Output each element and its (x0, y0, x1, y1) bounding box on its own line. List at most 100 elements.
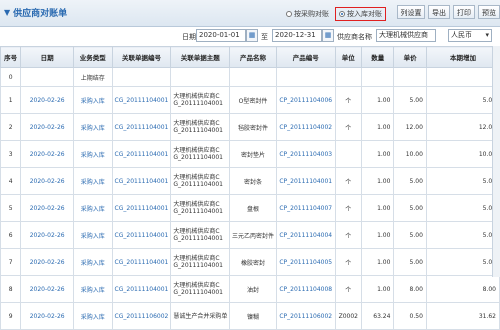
cell-price: 5.00 (393, 167, 427, 195)
cell-type[interactable]: 采购入库 (73, 113, 113, 141)
cell-price: 5.00 (393, 221, 427, 249)
cell-index: 8 (0, 275, 22, 303)
cell-qty (360, 67, 395, 87)
column-header[interactable]: 单价 (393, 46, 427, 68)
cell-type[interactable]: 采购入库 (73, 194, 113, 222)
cell-index: 3 (0, 140, 22, 168)
cell-product: 盘根 (229, 194, 277, 222)
cell-date (20, 67, 75, 87)
cell-doc-no[interactable]: CG_20111104001 (111, 248, 172, 276)
cell-doc-no[interactable]: CG_20111106002 (111, 302, 172, 330)
cell-price: 5.00 (393, 248, 427, 276)
cell-type[interactable]: 采购入库 (73, 302, 113, 330)
cell-doc-no[interactable]: CG_20111104001 (111, 221, 172, 249)
collapse-caret-icon[interactable]: ▼ (4, 8, 10, 17)
cell-doc-no[interactable]: CG_20111104001 (111, 113, 172, 141)
column-settings-button[interactable]: 列设置 (397, 5, 425, 19)
column-header[interactable]: 单位 (334, 46, 362, 68)
radio-by-purchase[interactable]: 按采购对账 (286, 9, 329, 19)
currency-select[interactable]: 人民币 ▾ (448, 29, 492, 42)
cell-product-no[interactable]: CP_20111104004 (275, 221, 336, 249)
cell-date[interactable]: 2020-02-26 (20, 221, 75, 249)
cell-date[interactable]: 2020-02-26 (20, 113, 75, 141)
cell-type[interactable]: 采购入库 (73, 248, 113, 276)
cell-date[interactable]: 2020-02-26 (20, 140, 75, 168)
column-header[interactable]: 日期 (20, 46, 75, 68)
table-row[interactable]: 8 2020-02-26 采购入库 CG_20111104001 大理机械供应商… (0, 275, 500, 303)
cell-type[interactable]: 采购入库 (73, 86, 113, 114)
cell-date[interactable]: 2020-02-26 (20, 167, 75, 195)
cell-product-no[interactable]: CP_20111104002 (275, 113, 336, 141)
cell-doc-subject: 慧诚生产合并采购单 (170, 302, 231, 330)
page-title: ▼ 供应商对账单 (4, 6, 67, 19)
radio-circle-icon[interactable] (339, 11, 345, 17)
cell-doc-subject: 大理机械供应商C G_20111104001 (170, 194, 231, 222)
column-header[interactable]: 序号 (0, 46, 22, 68)
column-header[interactable]: 本期增加 (425, 46, 500, 68)
column-header[interactable]: 关联单据主题 (170, 46, 231, 68)
cell-index: 2 (0, 113, 22, 141)
cell-qty: 1.00 (360, 113, 395, 141)
cell-price: 5.00 (393, 86, 427, 114)
radio-by-storage[interactable]: 按入库对账 (335, 7, 386, 21)
cell-increase: 5.00 (425, 248, 500, 276)
cell-doc-no[interactable]: CG_20111104001 (111, 86, 172, 114)
cell-date[interactable]: 2020-02-26 (20, 302, 75, 330)
table-row[interactable]: 3 2020-02-26 采购入库 CG_20111104001 大理机械供应商… (0, 140, 500, 168)
cell-doc-no[interactable]: CG_20111104001 (111, 275, 172, 303)
table-row[interactable]: 6 2020-02-26 采购入库 CG_20111104001 大理机械供应商… (0, 221, 500, 249)
table-row[interactable]: 4 2020-02-26 采购入库 CG_20111104001 大理机械供应商… (0, 167, 500, 195)
cell-unit: 个 (334, 86, 362, 114)
cell-date[interactable]: 2020-02-26 (20, 86, 75, 114)
cell-type[interactable]: 采购入库 (73, 221, 113, 249)
cell-index: 5 (0, 194, 22, 222)
cell-qty: 1.00 (360, 221, 395, 249)
cell-increase (425, 67, 500, 87)
cell-price: 10.00 (393, 140, 427, 168)
date-to-input[interactable]: 2020-12-31 (272, 29, 322, 42)
column-header[interactable]: 关联单据编号 (111, 46, 172, 68)
column-header[interactable]: 数量 (360, 46, 395, 68)
cell-increase: 8.00 (425, 275, 500, 303)
column-header[interactable]: 产品名称 (229, 46, 277, 68)
cell-type[interactable]: 采购入库 (73, 275, 113, 303)
table-row[interactable]: 1 2020-02-26 采购入库 CG_20111104001 大理机械供应商… (0, 86, 500, 114)
cell-price: 0.50 (393, 302, 427, 330)
column-header[interactable]: 业务类型 (73, 46, 113, 68)
table-row[interactable]: 9 2020-02-26 采购入库 CG_20111106002 慧诚生产合并采… (0, 302, 500, 330)
cell-date[interactable]: 2020-02-26 (20, 194, 75, 222)
cell-product-no[interactable]: CP_20111104006 (275, 86, 336, 114)
cell-qty: 1.00 (360, 167, 395, 195)
cell-product-no[interactable]: CP_20111104008 (275, 275, 336, 303)
cell-type[interactable]: 采购入库 (73, 167, 113, 195)
table-row[interactable]: 5 2020-02-26 采购入库 CG_20111104001 大理机械供应商… (0, 194, 500, 222)
cell-product: 镍糊 (229, 302, 277, 330)
cell-product-no[interactable]: CP_20111104003 (275, 140, 336, 168)
cell-doc-no[interactable]: CG_20111104001 (111, 194, 172, 222)
date-from-input[interactable]: 2020-01-01 (196, 29, 246, 42)
cell-product-no[interactable]: CP_20111104005 (275, 248, 336, 276)
cell-type[interactable]: 采购入库 (73, 140, 113, 168)
radio-circle-icon[interactable] (286, 11, 292, 17)
table-row[interactable]: 7 2020-02-26 采购入库 CG_20111104001 大理机械供应商… (0, 248, 500, 276)
cell-qty: 1.00 (360, 140, 395, 168)
vertical-scrollbar[interactable] (492, 46, 500, 277)
calendar-icon[interactable]: ▦ (322, 29, 334, 42)
cell-doc-no[interactable]: CG_20111104001 (111, 140, 172, 168)
cell-product-no[interactable]: CP_20111104001 (275, 167, 336, 195)
reconcile-mode-group: 按采购对账 按入库对账 (286, 7, 386, 21)
calendar-icon[interactable]: ▦ (246, 29, 258, 42)
print-button[interactable]: 打印 (453, 5, 475, 19)
supplier-input[interactable]: 大理机械供应商 (376, 29, 436, 42)
cell-date[interactable]: 2020-02-26 (20, 248, 75, 276)
cell-date[interactable]: 2020-02-26 (20, 275, 75, 303)
cell-product-no[interactable]: CP_20111106002 (275, 302, 336, 330)
table-row-opening[interactable]: 0 上期结存 (0, 67, 500, 87)
chevron-down-icon[interactable]: ▾ (485, 30, 489, 41)
preview-button[interactable]: 预览 (478, 5, 500, 19)
cell-doc-no[interactable]: CG_20111104001 (111, 167, 172, 195)
column-header[interactable]: 产品编号 (275, 46, 336, 68)
export-button[interactable]: 导出 (428, 5, 450, 19)
cell-product-no[interactable]: CP_20111104007 (275, 194, 336, 222)
table-row[interactable]: 2 2020-02-26 采购入库 CG_20111104001 大理机械供应商… (0, 113, 500, 141)
